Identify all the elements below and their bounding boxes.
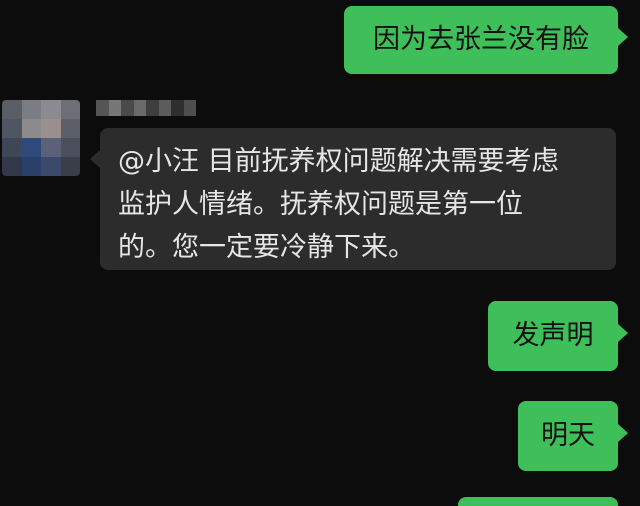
outgoing-message-bubble[interactable]: 明天: [518, 401, 618, 471]
sender-name-blurred: [96, 100, 196, 116]
message-text: 因为去张兰没有脸: [373, 24, 589, 55]
message-text: 明天: [541, 420, 595, 451]
message-line: 监护人情绪。抚养权问题是第一位: [118, 189, 523, 220]
message-line: @小汪 目前抚养权问题解决需要考虑: [118, 146, 559, 177]
outgoing-message-bubble[interactable]: 因为去张兰没有脸: [344, 6, 618, 74]
message-line: 的。您一定要冷静下来。: [118, 232, 415, 263]
bubble-tail: [618, 324, 628, 342]
chat-window: 因为去张兰没有脸 @小汪 目前抚养权问题解决需要考虑 监护人情绪。抚养权问题是第…: [0, 0, 640, 506]
bubble-tail: [90, 150, 100, 168]
outgoing-message-bubble-partial[interactable]: [458, 497, 618, 506]
bubble-tail: [618, 424, 628, 442]
incoming-message-bubble[interactable]: @小汪 目前抚养权问题解决需要考虑 监护人情绪。抚养权问题是第一位 的。您一定要…: [100, 128, 616, 270]
outgoing-message-bubble[interactable]: 发声明: [488, 301, 618, 371]
bubble-tail: [618, 28, 628, 46]
sender-avatar-icon[interactable]: [2, 100, 80, 176]
message-text: 发声明: [512, 320, 594, 351]
